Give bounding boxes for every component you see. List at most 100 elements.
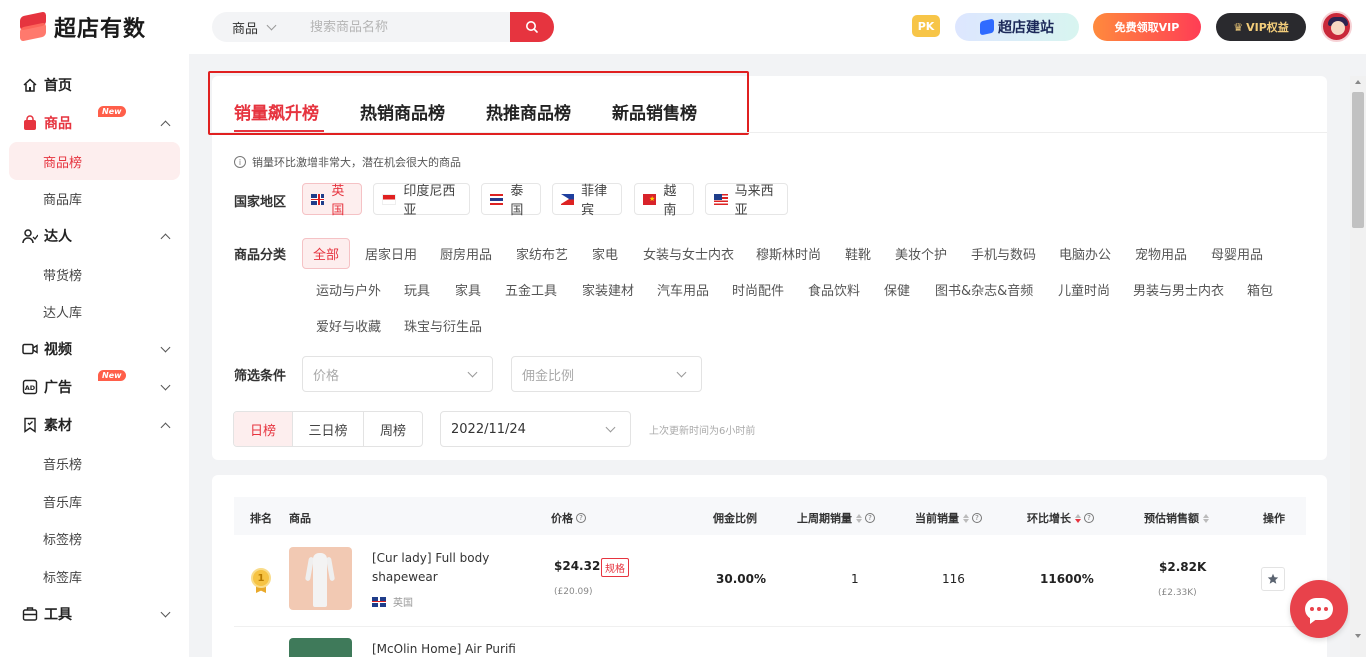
category-chip[interactable]: 家装建材 [582, 280, 634, 299]
divider [212, 132, 1327, 133]
header-est-sales[interactable]: 预估销售额 [1144, 510, 1209, 526]
product-thumbnail[interactable] [289, 638, 352, 657]
sidebar-item-creators[interactable]: 达人 [0, 217, 189, 255]
region-chip-indonesia[interactable]: 印度尼西亚 [373, 183, 470, 218]
category-chip[interactable]: 箱包 [1247, 280, 1273, 299]
star-icon [1267, 573, 1279, 584]
region-chip-uk[interactable]: 英国 [302, 183, 362, 218]
help-icon[interactable]: ? [972, 513, 982, 523]
date-select[interactable]: 2022/11/24 [440, 411, 631, 447]
period-daily[interactable]: 日榜 [234, 412, 293, 446]
chat-support-button[interactable] [1290, 580, 1348, 638]
brand-logo[interactable]: 超店有数 [18, 11, 146, 43]
sidebar-item-materials[interactable]: 素材 [0, 406, 189, 444]
scrollbar-thumb[interactable] [1352, 92, 1364, 228]
category-chip[interactable]: 运动与户外 [316, 280, 381, 299]
category-chip[interactable]: 家具 [455, 280, 481, 299]
sidebar-item-tools[interactable]: 工具 [0, 595, 189, 633]
sort-icon[interactable] [1203, 513, 1209, 523]
tab-sales-surge[interactable]: 销量飙升榜 [234, 99, 319, 124]
category-chip[interactable]: 儿童时尚 [1058, 280, 1110, 299]
sidebar-item-product-lib[interactable]: 商品库 [0, 179, 189, 217]
category-chip[interactable]: 玩具 [404, 280, 430, 299]
header-last-week-sales[interactable]: 上周期销量? [797, 510, 875, 526]
category-chip[interactable]: 珠宝与衍生品 [404, 316, 482, 335]
category-chip[interactable]: 家纺布艺 [516, 244, 568, 263]
category-chip[interactable]: 女装与女士内衣 [643, 244, 734, 263]
region-chip-vietnam[interactable]: ★ 越南 [634, 183, 694, 218]
category-chip[interactable]: 家电 [592, 244, 618, 263]
sort-icon[interactable] [856, 513, 862, 523]
search-button[interactable] [510, 12, 554, 42]
search-category-select[interactable]: 商品 [212, 12, 294, 42]
category-chip[interactable]: 图书&杂志&音频 [935, 280, 1033, 299]
pk-button[interactable]: PK [912, 15, 940, 37]
search-input[interactable] [294, 19, 510, 35]
est-sales-local-value: (£2.33K) [1158, 588, 1197, 598]
category-chip[interactable]: 全部 [302, 238, 351, 269]
sidebar-item-tag-lib[interactable]: 标签库 [0, 557, 189, 595]
scroll-down-arrow-icon[interactable] [1355, 634, 1361, 638]
help-icon[interactable]: ? [576, 513, 586, 523]
category-chip[interactable]: 时尚配件 [732, 280, 784, 299]
category-chip[interactable]: 保健 [884, 280, 910, 299]
category-chip[interactable]: 居家日用 [365, 244, 417, 263]
sidebar-item-products[interactable]: 商品 New [0, 104, 189, 142]
sort-icon[interactable] [963, 513, 969, 523]
sidebar-item-tag-rank[interactable]: 标签榜 [0, 519, 189, 557]
new-badge: New [98, 370, 126, 381]
region-chip-thailand[interactable]: 泰国 [481, 183, 541, 218]
vip-rights-button[interactable]: ♛ VIP权益 [1216, 13, 1306, 41]
avatar[interactable] [1321, 11, 1352, 42]
category-chip[interactable]: 穆斯林时尚 [756, 244, 821, 263]
malaysia-flag-icon [714, 193, 728, 205]
sidebar-item-label: 商品 [44, 116, 72, 132]
spec-badge[interactable]: 规格 [601, 558, 629, 577]
category-chip[interactable]: 美妆个护 [895, 244, 947, 263]
user-icon [22, 229, 38, 244]
scroll-up-arrow-icon[interactable] [1355, 80, 1361, 84]
sidebar-item-ads[interactable]: AD 广告 New [0, 368, 189, 406]
sidebar-item-video[interactable]: 视频 [0, 330, 189, 368]
category-chip[interactable]: 爱好与收藏 [316, 316, 381, 335]
sidebar-item-creator-rank[interactable]: 带货榜 [0, 255, 189, 293]
category-chip[interactable]: 手机与数码 [971, 244, 1036, 263]
sidebar-item-label: 广告 [44, 380, 72, 396]
tab-hot-promoted[interactable]: 热推商品榜 [486, 99, 571, 124]
region-chip-philippines[interactable]: 菲律宾 [552, 183, 622, 218]
period-weekly[interactable]: 周榜 [364, 412, 422, 446]
category-chip[interactable]: 母婴用品 [1211, 244, 1263, 263]
category-chip[interactable]: 男装与男士内衣 [1133, 280, 1224, 299]
help-icon[interactable]: ? [865, 513, 875, 523]
growth-value: 11600% [1040, 572, 1094, 586]
category-chip[interactable]: 鞋靴 [845, 244, 871, 263]
top-header: 超店有数 商品 PK 超店建站 免费领取VIP ♛ VIP权益 [0, 0, 1366, 54]
commission-select[interactable]: 佣金比例 [511, 356, 702, 392]
help-icon[interactable]: ? [1084, 513, 1094, 523]
sidebar-item-creator-lib[interactable]: 达人库 [0, 292, 189, 330]
category-chip[interactable]: 宠物用品 [1135, 244, 1187, 263]
sidebar-item-product-rank[interactable]: 商品榜 [9, 142, 180, 180]
sort-icon[interactable] [1075, 513, 1081, 523]
product-thumbnail[interactable] [289, 547, 352, 610]
price-select[interactable]: 价格 [302, 356, 493, 392]
favorite-button[interactable] [1261, 567, 1285, 591]
category-chip[interactable]: 电脑办公 [1059, 244, 1111, 263]
header-growth[interactable]: 环比增长? [1027, 510, 1094, 526]
tab-new-products[interactable]: 新品销售榜 [612, 99, 697, 124]
free-vip-button[interactable]: 免费领取VIP [1093, 13, 1201, 41]
category-chip[interactable]: 食品饮料 [808, 280, 860, 299]
sidebar-item-music-lib[interactable]: 音乐库 [0, 482, 189, 520]
product-name[interactable]: [Cur lady] Full body shapewear [372, 549, 532, 587]
sidebar-item-home[interactable]: 首页 [0, 66, 189, 104]
category-chip[interactable]: 五金工具 [505, 280, 557, 299]
period-three-day[interactable]: 三日榜 [293, 412, 364, 446]
sidebar-item-music-rank[interactable]: 音乐榜 [0, 444, 189, 482]
category-chip[interactable]: 厨房用品 [440, 244, 492, 263]
build-site-button[interactable]: 超店建站 [955, 13, 1079, 41]
header-current-sales[interactable]: 当前销量? [915, 510, 982, 526]
product-name[interactable]: [McOlin Home] Air Purifi [372, 640, 532, 657]
tab-hot-selling[interactable]: 热销商品榜 [360, 99, 445, 124]
category-chip[interactable]: 汽车用品 [657, 280, 709, 299]
region-chip-malaysia[interactable]: 马来西亚 [705, 183, 788, 218]
